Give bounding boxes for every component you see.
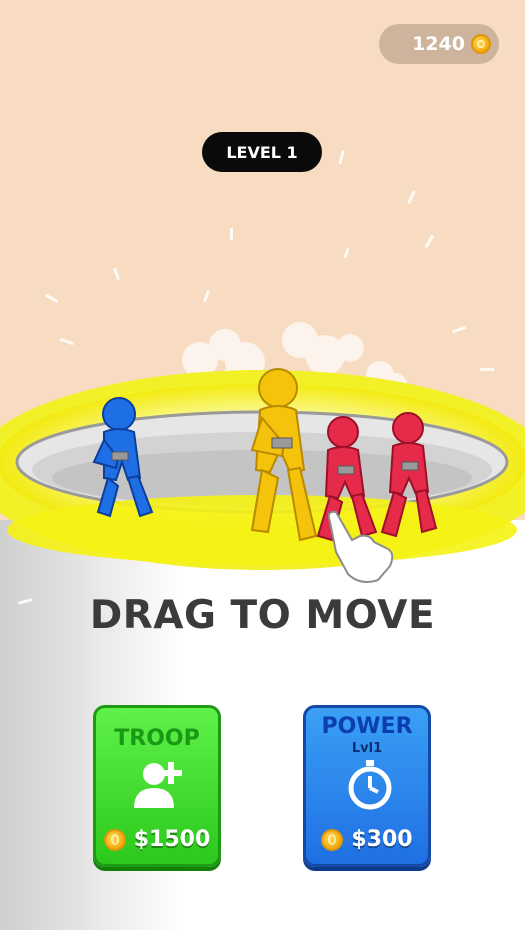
add-user-icon (134, 762, 182, 808)
coin-amount: 1240 (412, 33, 465, 55)
power-level: Lvl1 (351, 741, 383, 756)
coin-icon (103, 828, 126, 851)
troop-price: $1500 (96, 827, 218, 852)
power-title: POWER (321, 714, 413, 739)
coin-icon (321, 828, 344, 851)
troop-title: TROOP (114, 726, 200, 751)
stopwatch-icon (348, 760, 392, 810)
floor (0, 520, 525, 930)
power-price: $300 (306, 827, 428, 852)
instruction-text: DRAG TO MOVE (89, 593, 436, 638)
coin-counter: 1240 (379, 24, 499, 64)
troop-upgrade-button[interactable]: TROOP $1500 (93, 705, 221, 867)
troop-price-value: $1500 (133, 827, 211, 852)
power-upgrade-button[interactable]: POWER Lvl1 $300 (303, 705, 431, 867)
level-label: LEVEL 1 (226, 142, 298, 162)
power-price-value: $300 (351, 827, 413, 852)
coin-icon (471, 34, 491, 54)
level-badge: LEVEL 1 (202, 132, 322, 172)
